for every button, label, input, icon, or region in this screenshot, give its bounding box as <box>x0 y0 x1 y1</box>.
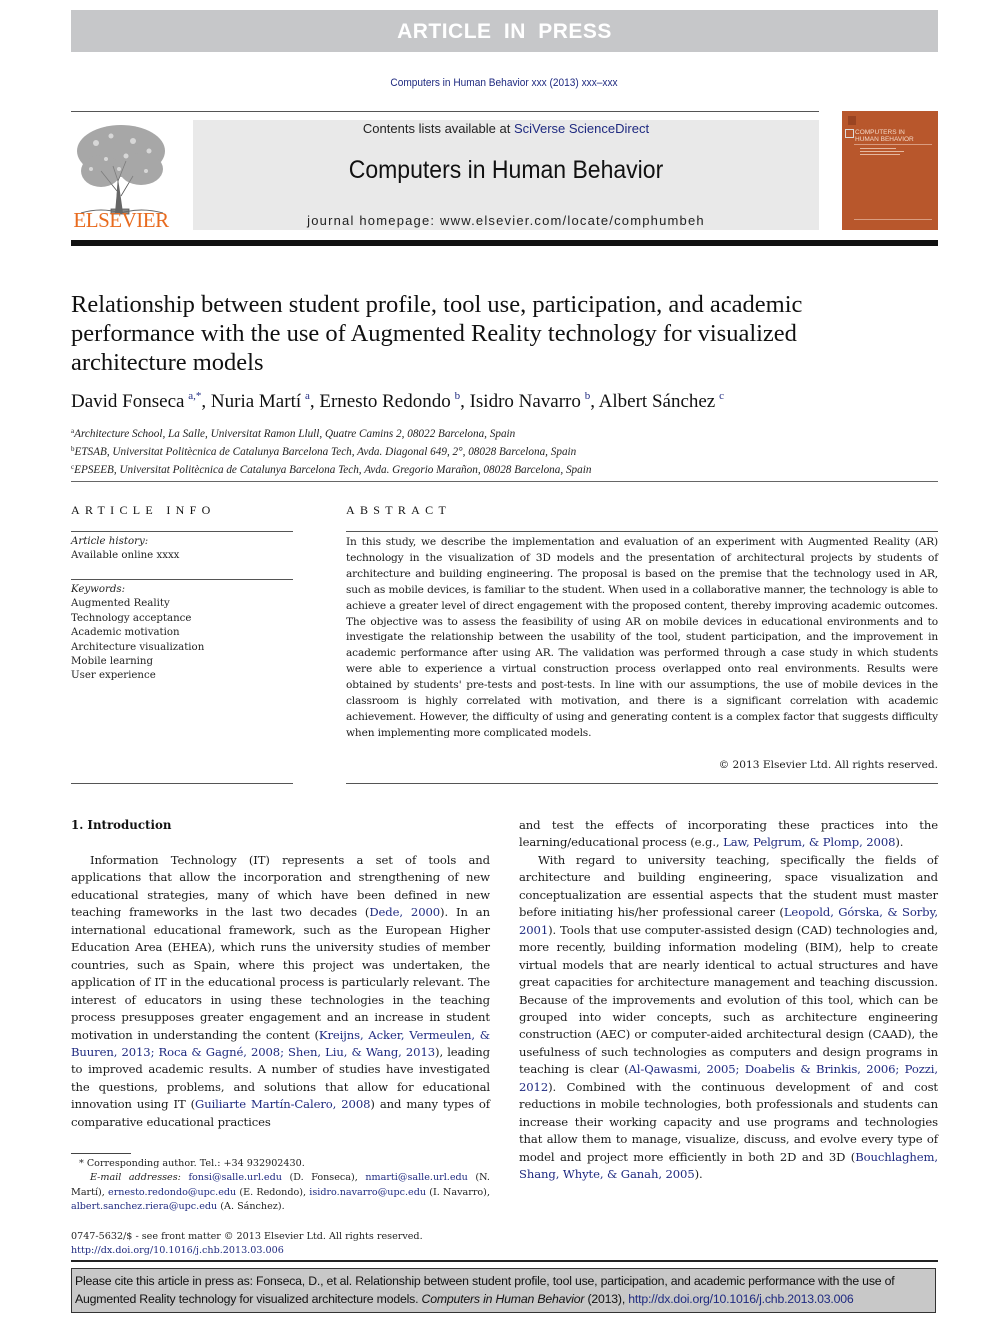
sciencedirect-link[interactable]: SciVerse ScienceDirect <box>514 121 649 136</box>
abstract-divider <box>346 531 938 532</box>
keyword-item: User experience <box>71 670 156 682</box>
keyword-item: Academic motivation <box>71 627 180 639</box>
doi-link[interactable]: http://dx.doi.org/10.1016/j.chb.2013.03.… <box>71 1244 490 1258</box>
article-info-divider <box>71 579 293 580</box>
article-history: Article history: Available online xxxx <box>71 535 293 564</box>
elsevier-wordmark: ELSEVIER <box>73 208 169 232</box>
journal-reference[interactable]: Computers in Human Behavior xxx (2013) x… <box>40 77 967 89</box>
email-owner: (A. Sánchez). <box>220 1200 285 1212</box>
affiliation-text: ETSAB, Universitat Politècnica de Catalu… <box>74 446 577 458</box>
article-title: Relationship between student profile, to… <box>71 291 803 376</box>
front-matter: 0747-5632/$ - see front matter © 2013 El… <box>71 1230 490 1259</box>
article-info-divider <box>71 783 293 784</box>
abstract-divider <box>346 783 938 784</box>
affiliation-text: EPSEEB, Universitat Politècnica de Catal… <box>74 464 592 476</box>
author-name[interactable]: Nuria Martí <box>211 391 301 412</box>
author-name[interactable]: David Fonseca <box>71 391 184 412</box>
email-owner: (E. Redondo) <box>239 1186 304 1198</box>
affiliation-text: Architecture School, La Salle, Universit… <box>74 428 516 440</box>
author-list: David Fonseca a,*, Nuria Martí a, Ernest… <box>71 390 724 412</box>
contents-available-line: Contents lists available at SciVerse Sci… <box>193 121 819 136</box>
body-column-right: and test the effects of incorporating th… <box>519 817 938 1184</box>
article-history-value: Available online xxxx <box>71 550 180 562</box>
cover-logo-icon <box>845 129 854 138</box>
keyword-item: Augmented Reality <box>71 598 170 610</box>
author-name[interactable]: Albert Sánchez <box>599 391 716 412</box>
journal-title: Computers in Human Behavior <box>348 156 664 184</box>
keywords: Keywords: Augmented Reality Technology a… <box>71 583 293 684</box>
author-affiliation-marker[interactable]: b <box>455 390 461 402</box>
affiliations: aArchitecture School, La Salle, Universi… <box>71 424 931 478</box>
elsevier-logo[interactable]: ELSEVIER <box>71 121 171 233</box>
citation-doi-link[interactable]: http://dx.doi.org/10.1016/j.chb.2013.03.… <box>628 1292 853 1306</box>
email-link[interactable]: ernesto.redondo@upc.edu <box>108 1187 236 1198</box>
cover-text-line <box>860 151 904 152</box>
author-affiliation-marker[interactable]: a <box>305 390 310 402</box>
issn-line: 0747-5632/$ - see front matter © 2013 El… <box>71 1231 423 1242</box>
affiliation-item: bETSAB, Universitat Politècnica de Catal… <box>71 442 931 460</box>
article-info-divider <box>71 531 293 532</box>
citation-journal: Computers in Human Behavior <box>421 1292 585 1306</box>
author-name[interactable]: Isidro Navarro <box>470 391 581 412</box>
citation-link[interactable]: Guiliarte Martín-Calero, 2008 <box>195 1097 370 1111</box>
footnotes: * Corresponding author. Tel.: +34 932902… <box>71 1157 490 1214</box>
keyword-item: Mobile learning <box>71 656 154 668</box>
email-owner: (D. Fonseca) <box>289 1172 355 1184</box>
section-heading-introduction: 1. Introduction <box>71 818 172 832</box>
text-run: ). In an international educational frame… <box>71 905 490 1042</box>
abstract-heading: ABSTRACT <box>346 503 452 517</box>
header-divider <box>71 111 819 112</box>
author-affiliation-marker[interactable]: c <box>719 390 724 402</box>
cover-divider <box>854 144 932 145</box>
email-link[interactable]: isidro.navarro@upc.edu <box>309 1187 426 1198</box>
text-run: ). <box>895 835 904 850</box>
author-name[interactable]: Ernesto Redondo <box>319 391 450 412</box>
article-in-press-banner: ARTICLE IN PRESS <box>71 10 938 52</box>
email-link[interactable]: albert.sanchez.riera@upc.edu <box>71 1201 217 1212</box>
homepage-prefix: journal homepage: <box>307 213 441 228</box>
cite-this-article-box: Please cite this article in press as: Fo… <box>71 1268 936 1313</box>
cover-title-line2: HUMAN BEHAVIOR <box>855 136 914 143</box>
citation-year: (2013), <box>584 1292 629 1306</box>
affiliation-item: aArchitecture School, La Salle, Universi… <box>71 424 931 442</box>
header-thick-rule <box>71 240 938 246</box>
email-label: E-mail addresses: <box>90 1172 181 1184</box>
cover-text-line <box>860 154 900 155</box>
citation-link[interactable]: Law, Pelgrum, & Plomp, 2008 <box>723 835 895 849</box>
contents-prefix: Contents lists available at <box>362 121 514 136</box>
article-history-label: Article history: <box>71 536 149 547</box>
paragraph: Information Technology (IT) represents a… <box>71 852 490 1131</box>
cover-emblem-icon <box>848 116 856 125</box>
paragraph: With regard to university teaching, spec… <box>519 852 938 1184</box>
citation-link[interactable]: Dede, 2000 <box>369 905 440 919</box>
footnote-divider <box>71 1153 131 1154</box>
homepage-url-link[interactable]: www.elsevier.com/locate/comphumbeh <box>440 213 705 228</box>
footer-rule <box>71 1260 938 1262</box>
text-run: ). Tools that use computer-assisted desi… <box>519 922 938 1077</box>
article-info-heading: ARTICLE INFO <box>71 503 216 517</box>
abstract-text: In this study, we describe the implement… <box>346 536 938 739</box>
body-column-left: Information Technology (IT) represents a… <box>71 852 490 1131</box>
author-affiliation-marker[interactable]: b <box>585 390 591 402</box>
affiliations-divider <box>71 481 938 482</box>
journal-cover-thumbnail[interactable]: COMPUTERS IN HUMAN BEHAVIOR <box>842 111 938 230</box>
paragraph: and test the effects of incorporating th… <box>519 817 938 852</box>
cover-title: COMPUTERS IN HUMAN BEHAVIOR <box>855 129 914 143</box>
corresponding-author-note: * Corresponding author. Tel.: +34 932902… <box>79 1158 305 1169</box>
cover-title-line1: COMPUTERS IN <box>855 129 905 136</box>
author-affiliation-marker[interactable]: a,* <box>188 390 201 402</box>
keyword-item: Architecture visualization <box>71 641 205 653</box>
affiliation-item: cEPSEEB, Universitat Politècnica de Cata… <box>71 460 931 478</box>
email-addresses: E-mail addresses: fonsi@salle.url.edu (D… <box>71 1172 490 1212</box>
cover-divider <box>854 219 932 220</box>
journal-homepage-line: journal homepage: www.elsevier.com/locat… <box>193 213 819 228</box>
abstract-copyright: © 2013 Elsevier Ltd. All rights reserved… <box>718 759 938 771</box>
email-owner: (I. Navarro) <box>429 1186 487 1198</box>
text-run: ). <box>694 1167 703 1182</box>
email-link[interactable]: fonsi@salle.url.edu <box>188 1172 281 1183</box>
cover-text-line <box>860 148 896 149</box>
email-link[interactable]: nmarti@salle.url.edu <box>365 1172 468 1183</box>
keywords-label: Keywords: <box>71 584 126 595</box>
keyword-item: Technology acceptance <box>71 612 192 624</box>
